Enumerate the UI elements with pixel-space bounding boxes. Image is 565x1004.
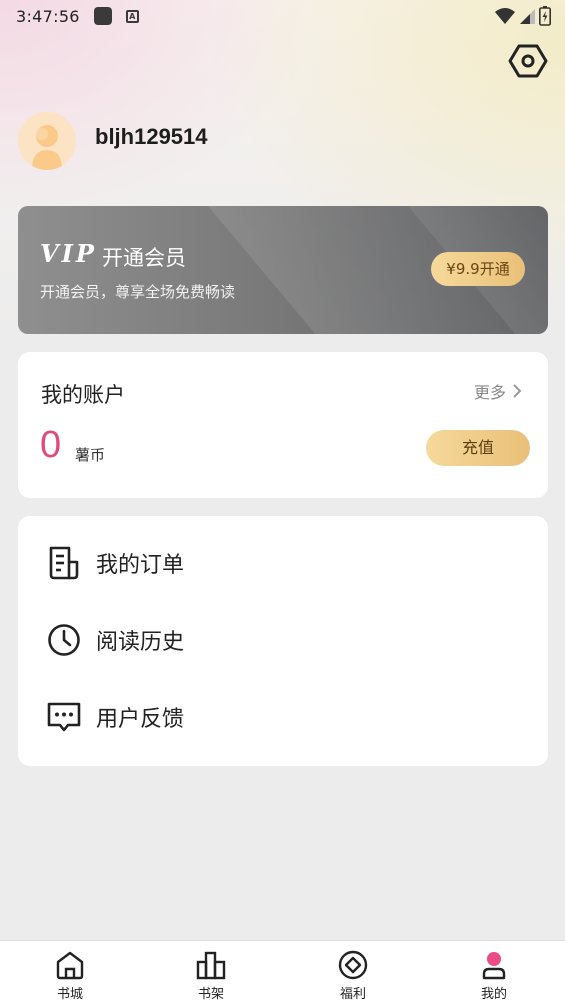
settings-button[interactable]: [508, 41, 548, 81]
recharge-button[interactable]: 充值: [426, 430, 530, 466]
menu-card: 我的订单 阅读历史 用户反馈: [18, 516, 548, 766]
vip-title: 开通会员: [102, 246, 186, 270]
menu-item-label: 阅读历史: [96, 630, 185, 655]
bookshelf-icon: [196, 951, 226, 980]
vip-subtitle: 开通会员，尊享全场免费畅读: [40, 283, 236, 301]
nav-label: 福利: [339, 987, 366, 1002]
more-label: 更多: [473, 383, 506, 402]
nav-label: 书架: [197, 987, 224, 1002]
default-avatar-icon: [32, 125, 62, 170]
menu-item-label: 用户反馈: [96, 707, 185, 732]
coin-balance: 0: [40, 424, 62, 466]
clock-icon: [48, 624, 80, 656]
hexagon-settings-icon: [508, 44, 548, 78]
a-badge-icon: A: [125, 9, 139, 23]
nav-item-mine[interactable]: 我的: [454, 941, 534, 1004]
nav-label: 我的: [480, 987, 507, 1002]
nav-item-bookstore[interactable]: 书城: [30, 941, 110, 1004]
system-status-icons: [495, 6, 551, 26]
account-title: 我的账户: [41, 383, 125, 407]
vip-banner[interactable]: VIP 开通会员 开通会员，尊享全场免费畅读 ¥9.9开通: [18, 206, 548, 334]
menu-item-orders[interactable]: 我的订单: [18, 533, 548, 593]
nav-item-welfare[interactable]: 福利: [313, 941, 393, 1004]
chat-bubble-icon: [47, 702, 81, 732]
order-document-icon: [49, 546, 79, 580]
account-card: 我的账户 更多 0 薯币 充值: [18, 352, 548, 498]
app-square-icon: [93, 7, 112, 25]
menu-item-label: 我的订单: [96, 553, 185, 578]
bottom-nav: 书城 书架 福利 我的: [0, 940, 565, 1004]
vip-logo: VIP: [40, 239, 97, 268]
signal-icon: [520, 9, 535, 24]
chevron-right-icon: [513, 384, 522, 398]
diamond-circle-icon: [338, 950, 368, 980]
user-icon: [482, 952, 506, 980]
coin-unit: 薯币: [75, 446, 106, 464]
username[interactable]: bljh129514: [95, 124, 208, 150]
vip-open-button[interactable]: ¥9.9开通: [431, 252, 525, 286]
menu-item-feedback[interactable]: 用户反馈: [18, 687, 548, 747]
account-more-link[interactable]: 更多: [474, 379, 522, 403]
nav-label: 书城: [56, 987, 83, 1002]
wifi-icon: [495, 8, 515, 24]
status-time: 3:47:56: [16, 6, 80, 26]
nav-item-bookshelf[interactable]: 书架: [171, 941, 251, 1004]
avatar[interactable]: [18, 112, 76, 170]
status-bar: 3:47:56 A: [0, 0, 565, 32]
home-icon: [56, 951, 84, 980]
menu-item-history[interactable]: 阅读历史: [18, 610, 548, 670]
battery-icon: [539, 6, 551, 26]
